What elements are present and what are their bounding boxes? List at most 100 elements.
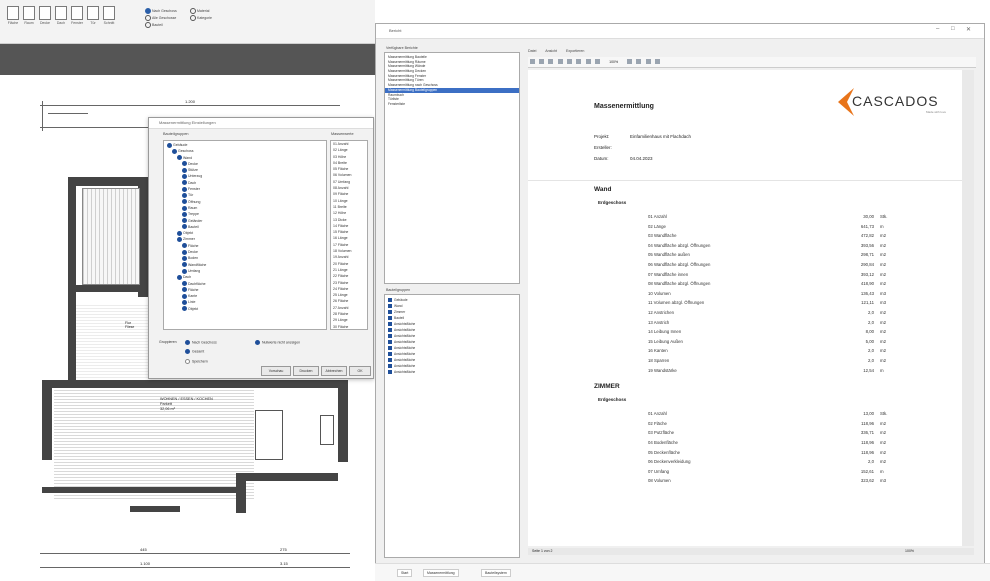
- dim-bottom-4: 3.15: [280, 561, 288, 566]
- menu-export[interactable]: Exportieren: [566, 49, 584, 53]
- quantity-value: 30,00: [863, 214, 874, 219]
- export-icon[interactable]: [548, 59, 554, 65]
- cancel-button[interactable]: Abbrechen: [321, 366, 347, 376]
- ribbon-option-label: Bauteil: [152, 22, 163, 27]
- quantity-row: 16 Kanten 2,0 m2: [648, 346, 918, 356]
- logo-text: CASCADOS: [852, 93, 939, 109]
- preview-toolbar: 100%: [528, 57, 976, 68]
- report-list-item[interactable]: Fensterliste: [385, 102, 519, 107]
- quantity-unit: m2: [880, 281, 886, 287]
- opt-label: Nullwerte nicht anzeigen: [262, 340, 301, 345]
- quantity-value: 118,96: [861, 420, 874, 426]
- quantity-unit: m2: [880, 310, 886, 315]
- ribbon-button[interactable]: Dach: [54, 6, 68, 25]
- print-button[interactable]: Drucken: [293, 366, 319, 376]
- ribbon-option[interactable]: Kategorie: [190, 15, 212, 21]
- tree-node[interactable]: Objekt: [164, 306, 326, 312]
- doc-field: Datum: 04.04.2023: [594, 156, 894, 166]
- option-total[interactable]: Gesamt: [185, 349, 204, 354]
- doc-field: Ersteller:: [594, 145, 894, 155]
- option-hide-zero[interactable]: Nullwerte nicht anzeigen: [255, 340, 300, 345]
- quantity-name: 06 Wandfläche abzgl. Öffnungen: [648, 262, 711, 267]
- ribbon-button[interactable]: Fläche: [6, 6, 20, 25]
- group-list-item[interactable]: Ansichtsfläche: [385, 369, 519, 375]
- ribbon-button[interactable]: Fenster: [70, 6, 84, 25]
- close-icon[interactable]: ✕: [966, 26, 971, 33]
- ribbon-button[interactable]: Tür: [86, 6, 100, 25]
- ribbon-option-label: Alle Geschosse: [152, 15, 177, 20]
- quantity-unit: m2: [880, 271, 886, 277]
- field-label: Ersteller:: [594, 145, 612, 150]
- quantity-row: 10 Volumen 136,43 m3: [648, 289, 918, 299]
- ribbon-option[interactable]: Material: [190, 8, 209, 14]
- checkbox-icon: [388, 316, 392, 321]
- zoom-in-icon[interactable]: [626, 59, 632, 65]
- first-page-icon[interactable]: [567, 59, 573, 65]
- checkbox-icon: [388, 334, 392, 339]
- checkbox-icon: [182, 262, 187, 268]
- menu-file[interactable]: Datei: [528, 49, 536, 53]
- print-icon[interactable]: [529, 59, 535, 65]
- quantity-name: 08 Wandfläche abzgl. Öffnungen: [648, 281, 711, 287]
- report-list[interactable]: Massenermittlung Bauteile Massenermittlun…: [384, 52, 520, 284]
- prev-page-icon[interactable]: [576, 59, 582, 65]
- quantity-unit: m2: [880, 449, 886, 455]
- ribbon-option[interactable]: Nach Geschoss: [145, 8, 177, 14]
- ok-button[interactable]: OK: [349, 366, 371, 376]
- settings-icon[interactable]: [655, 59, 661, 65]
- zoom-value[interactable]: 100%: [609, 60, 618, 64]
- checkbox-icon: [182, 293, 187, 299]
- ribbon-option[interactable]: Alle Geschosse: [145, 15, 176, 21]
- opt-label: Gruppieren: [159, 340, 177, 344]
- checkbox-icon: [182, 306, 187, 312]
- quantity-row: 08 Volumen 323,62 m3: [648, 476, 918, 486]
- checkbox-icon: [182, 268, 187, 274]
- option-save[interactable]: Speichern: [185, 359, 208, 364]
- checkbox-icon: [177, 274, 182, 280]
- quantity-unit: m2: [880, 329, 886, 335]
- ribbon-button[interactable]: Raum: [22, 6, 36, 25]
- field-value: Einfamilienhaus mit Flachdach: [630, 134, 692, 139]
- quantity-name: 05 Deckenfläche: [648, 449, 681, 455]
- ribbon-button[interactable]: Schnitt: [102, 6, 116, 25]
- dim-top-label: 1.200: [185, 99, 196, 104]
- last-page-icon[interactable]: [595, 59, 601, 65]
- preview-button[interactable]: Vorschau: [261, 366, 291, 376]
- header-divider: [528, 180, 962, 181]
- ribbon-option[interactable]: Bauteil: [145, 22, 163, 28]
- checkbox-icon: [182, 255, 187, 261]
- section-title: Wand: [594, 186, 612, 193]
- doc-heading: Massenermittlung: [594, 103, 654, 110]
- value-list[interactable]: 01 Anzahl 02 Länge 03 Höhe 04 Breite 05 Fläc…: [330, 140, 368, 330]
- next-page-icon[interactable]: [585, 59, 591, 65]
- option-by-floor[interactable]: Nach Geschoss: [185, 340, 217, 345]
- tree-node-label: Dachfläche: [188, 281, 206, 286]
- quantity-row: 07 Wandfläche innen 393,12 m2: [648, 270, 918, 280]
- quantity-value: 118,96: [861, 440, 874, 445]
- group-label: Ansichtsfläche: [394, 346, 416, 350]
- quantity-unit: m2: [880, 338, 886, 344]
- taskbar-item-massenermittlung[interactable]: Massenermittlung: [423, 569, 459, 577]
- tree-node-label: Linie: [188, 300, 196, 305]
- checkbox-icon: [182, 167, 187, 173]
- tree-node-label: Objekt: [183, 231, 194, 236]
- minimize-icon[interactable]: –: [936, 26, 939, 32]
- menu-view[interactable]: Ansicht: [545, 49, 557, 53]
- zoom-out-icon[interactable]: [636, 59, 642, 65]
- tree-node-label: Kante: [188, 294, 198, 299]
- taskbar-item-bauteilsystem[interactable]: Bauteilsystem: [481, 569, 511, 577]
- taskbar-start[interactable]: Start: [397, 569, 413, 577]
- search-icon[interactable]: [645, 59, 651, 65]
- ribbon-button[interactable]: Decke: [38, 6, 52, 25]
- quantity-row: 18 Sparren 2,0 m2: [648, 356, 918, 366]
- maximize-icon[interactable]: □: [951, 26, 955, 32]
- save-icon[interactable]: [538, 59, 544, 65]
- pdf-icon[interactable]: [557, 59, 563, 65]
- checkbox-icon: [388, 322, 392, 327]
- vertical-scrollbar[interactable]: [962, 70, 974, 546]
- dialog-right-header: Massenwerte: [331, 132, 354, 136]
- group-list[interactable]: Gebäude Wand Zimmer Bauteil Ansichtsfläche An…: [384, 294, 520, 558]
- quantity-name: 07 Wandfläche innen: [648, 271, 689, 277]
- component-tree[interactable]: Gebäude Geschoss Wand Decke Stütze Unterzug Da…: [163, 140, 327, 330]
- opt-label: Gesamt: [192, 349, 205, 354]
